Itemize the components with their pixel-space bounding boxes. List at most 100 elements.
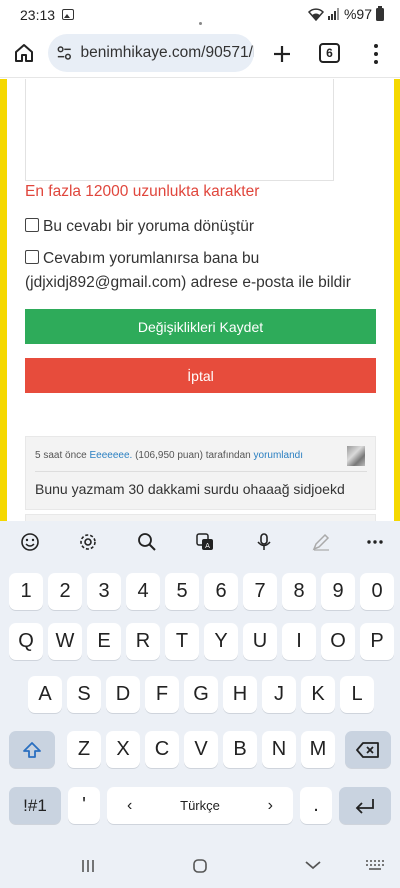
mic-icon[interactable] (252, 530, 276, 554)
key-r[interactable]: R (126, 623, 160, 660)
comment-points: (106,950 puan) tarafından (132, 450, 254, 461)
apostrophe-key[interactable]: ' (68, 787, 100, 824)
browser-toolbar: benimhikaye.com/90571/ko 6 (0, 30, 400, 78)
keyboard: A 1 2 3 4 5 6 7 8 9 0 Q W E R T Y U I O P A S D F G H J K L Z X C V B N M !#… (0, 521, 400, 888)
convert-to-comment-checkbox[interactable] (25, 218, 39, 232)
status-bar: 23:13 %97 (0, 0, 400, 30)
key-f[interactable]: F (145, 676, 179, 713)
enter-icon (355, 798, 374, 814)
shift-key[interactable] (9, 731, 55, 768)
keyboard-toolbar: A (0, 521, 400, 563)
key-z[interactable]: Z (67, 731, 101, 768)
key-a[interactable]: A (28, 676, 62, 713)
key-m[interactable]: M (301, 731, 335, 768)
key-0[interactable]: 0 (360, 573, 394, 610)
key-v[interactable]: V (184, 731, 218, 768)
comment-card: 5 saat önce Eeeeeee. (106,950 puan) tara… (25, 436, 376, 510)
translate-icon[interactable]: A (193, 530, 217, 554)
home-button[interactable] (10, 39, 38, 67)
url-text: benimhikaye.com/90571/ko (80, 44, 254, 61)
key-5[interactable]: 5 (165, 573, 199, 610)
backspace-key[interactable] (345, 731, 391, 768)
next-comment-card (25, 514, 376, 521)
svg-text:A: A (205, 542, 210, 550)
backspace-icon (356, 741, 379, 758)
gallery-notification-icon (62, 9, 74, 20)
key-q[interactable]: Q (9, 623, 43, 660)
convert-to-comment-row[interactable]: Bu cevabı bir yoruma dönüştür (25, 215, 254, 239)
key-8[interactable]: 8 (282, 573, 316, 610)
save-changes-button[interactable]: Değişiklikleri Kaydet (25, 309, 376, 344)
period-key[interactable]: . (300, 787, 332, 824)
email-notify-label-line1: Cevabım yorumlanırsa bana bu (43, 250, 260, 267)
key-w[interactable]: W (48, 623, 82, 660)
url-field[interactable]: benimhikaye.com/90571/ko (48, 34, 254, 72)
key-h[interactable]: H (223, 676, 257, 713)
new-tab-button[interactable] (268, 40, 296, 68)
email-notify-checkbox[interactable] (25, 250, 39, 264)
right-accent-border (394, 79, 400, 521)
key-b[interactable]: B (223, 731, 257, 768)
space-language-label: Türkçe (180, 798, 220, 813)
key-x[interactable]: X (106, 731, 140, 768)
key-6[interactable]: 6 (204, 573, 238, 610)
menu-dot (374, 44, 378, 48)
key-p[interactable]: P (360, 623, 394, 660)
key-7[interactable]: 7 (243, 573, 277, 610)
key-o[interactable]: O (321, 623, 355, 660)
key-e[interactable]: E (87, 623, 121, 660)
site-settings-icon[interactable] (56, 44, 73, 62)
menu-dot (374, 52, 378, 56)
key-s[interactable]: S (67, 676, 101, 713)
key-9[interactable]: 9 (321, 573, 355, 610)
email-notify-label-line2: (jdjxidj892@gmail.com) adrese e-posta il… (25, 274, 351, 291)
symbols-key[interactable]: !#1 (9, 787, 61, 824)
key-n[interactable]: N (262, 731, 296, 768)
keyboard-switch-icon[interactable] (366, 860, 384, 872)
settings-icon[interactable] (76, 530, 100, 554)
system-navigation-bar (0, 844, 400, 888)
home-nav-icon[interactable] (192, 858, 208, 874)
comment-author-link[interactable]: Eeeeeee. (89, 450, 132, 461)
avatar[interactable] (347, 446, 365, 466)
browser-menu-button[interactable] (366, 42, 386, 66)
cancel-button[interactable]: İptal (25, 358, 376, 393)
key-l[interactable]: L (340, 676, 374, 713)
enter-key[interactable] (339, 787, 391, 824)
recent-apps-icon[interactable] (80, 858, 96, 874)
more-icon[interactable] (363, 530, 387, 554)
shift-icon (23, 741, 41, 758)
wifi-icon (307, 7, 324, 21)
home-icon (15, 44, 33, 62)
key-y[interactable]: Y (204, 623, 238, 660)
key-k[interactable]: K (301, 676, 335, 713)
key-2[interactable]: 2 (48, 573, 82, 610)
email-notify-row[interactable]: Cevabım yorumlanırsa bana bu (jdjxidj892… (25, 247, 351, 295)
comment-divider (35, 471, 367, 472)
convert-to-comment-label: Bu cevabı bir yoruma dönüştür (43, 218, 255, 235)
comment-text: Bunu yazmam 30 dakkami surdu ohaaağ sidj… (35, 481, 345, 497)
character-limit-text: En fazla 12000 uzunlukta karakter (25, 183, 260, 200)
search-icon[interactable] (135, 530, 159, 554)
tab-switcher-button[interactable]: 6 (319, 43, 340, 63)
answer-textarea[interactable] (25, 79, 334, 181)
key-c[interactable]: C (145, 731, 179, 768)
emoji-icon[interactable] (18, 530, 42, 554)
key-i[interactable]: I (282, 623, 316, 660)
lang-next-icon: › (267, 796, 273, 814)
key-j[interactable]: J (262, 676, 296, 713)
handwriting-icon[interactable] (309, 530, 333, 554)
key-t[interactable]: T (165, 623, 199, 660)
camera-dot (199, 22, 202, 25)
back-nav-icon[interactable] (304, 859, 322, 871)
key-d[interactable]: D (106, 676, 140, 713)
key-4[interactable]: 4 (126, 573, 160, 610)
left-accent-border (0, 79, 7, 521)
key-1[interactable]: 1 (9, 573, 43, 610)
key-3[interactable]: 3 (87, 573, 121, 610)
comment-action-link[interactable]: yorumlandı (254, 450, 303, 461)
battery-icon (376, 5, 384, 21)
key-u[interactable]: U (243, 623, 277, 660)
key-g[interactable]: G (184, 676, 218, 713)
space-key[interactable]: ‹ Türkçe › (107, 787, 293, 824)
